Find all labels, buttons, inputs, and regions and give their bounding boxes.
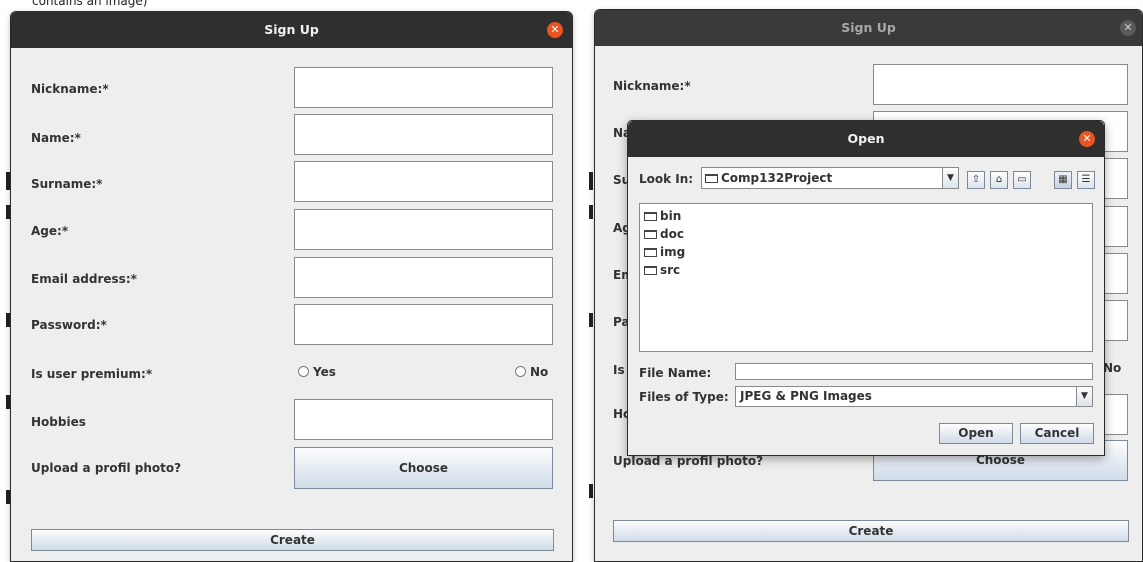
- folder-icon: [644, 230, 657, 239]
- radio-circle-icon: [298, 366, 309, 377]
- label-name: Name:*: [31, 131, 81, 145]
- background-mark: [589, 205, 593, 219]
- titlebar[interactable]: Sign Up ✕: [595, 10, 1142, 46]
- look-in-value: Comp132Project: [721, 171, 833, 185]
- file-name: src: [660, 263, 681, 277]
- label-password: Password:*: [31, 318, 107, 332]
- file-name-field[interactable]: [735, 363, 1093, 380]
- premium-no-radio[interactable]: No: [515, 365, 548, 379]
- details-view-icon[interactable]: ☰: [1077, 171, 1095, 189]
- label-age: Age:*: [31, 224, 69, 238]
- list-item[interactable]: doc: [640, 225, 1092, 243]
- file-list[interactable]: bin doc img src: [639, 203, 1093, 352]
- file-name: doc: [660, 227, 684, 241]
- files-of-type-select[interactable]: JPEG & PNG Images ▼: [735, 386, 1093, 407]
- files-of-type-label: Files of Type:: [639, 390, 729, 404]
- file-name: bin: [660, 209, 682, 223]
- premium-no-radio[interactable]: No: [1103, 361, 1121, 375]
- label-photo: Upload a profil photo?: [31, 461, 182, 475]
- password-field[interactable]: [294, 304, 553, 345]
- titlebar[interactable]: Open ✕: [628, 121, 1104, 157]
- window-title: Sign Up: [841, 20, 896, 35]
- label-hobbies: Hobbies: [31, 415, 86, 429]
- radio-circle-icon: [515, 366, 526, 377]
- nickname-field[interactable]: [873, 64, 1128, 105]
- label-surname: Surname:*: [31, 177, 103, 191]
- home-icon[interactable]: ⌂: [990, 171, 1008, 189]
- open-button[interactable]: Open: [939, 423, 1013, 444]
- list-item[interactable]: src: [640, 261, 1092, 279]
- folder-icon: [705, 174, 718, 183]
- label-nickname: Nickname:*: [613, 79, 691, 93]
- close-icon[interactable]: ✕: [1120, 20, 1136, 36]
- titlebar[interactable]: Sign Up ✕: [11, 12, 572, 48]
- folder-icon: [644, 248, 657, 257]
- background-text: contains an image): [32, 0, 148, 8]
- label-email: Email address:*: [31, 272, 137, 286]
- list-item[interactable]: bin: [640, 207, 1092, 225]
- open-dialog: Open ✕ Look In: Comp132Project ▼ ⇧ ⌂ ▭ ▦…: [627, 120, 1105, 456]
- up-folder-icon[interactable]: ⇧: [967, 171, 985, 189]
- new-folder-icon[interactable]: ▭: [1013, 171, 1031, 189]
- close-icon[interactable]: ✕: [547, 22, 563, 38]
- hobbies-field[interactable]: [294, 399, 553, 440]
- background-mark: [589, 172, 593, 190]
- file-name-label: File Name:: [639, 366, 712, 380]
- folder-icon: [644, 266, 657, 275]
- label-nickname: Nickname:*: [31, 82, 109, 96]
- files-of-type-value: JPEG & PNG Images: [740, 389, 872, 403]
- age-field[interactable]: [294, 209, 553, 250]
- premium-yes-radio[interactable]: Yes: [298, 365, 336, 379]
- label-premium-partial: Is: [613, 363, 625, 377]
- look-in-select[interactable]: Comp132Project ▼: [701, 167, 959, 189]
- folder-icon: [644, 212, 657, 221]
- chevron-down-icon[interactable]: ▼: [1076, 387, 1092, 406]
- radio-no-label: No: [530, 365, 549, 379]
- dialog-title: Open: [847, 131, 885, 146]
- label-premium: Is user premium:*: [31, 367, 153, 381]
- create-button[interactable]: Create: [31, 529, 554, 551]
- window-title: Sign Up: [264, 22, 319, 37]
- radio-yes-label: Yes: [313, 365, 336, 379]
- file-name: img: [660, 245, 686, 259]
- label-photo: Upload a profil photo?: [613, 454, 764, 468]
- close-icon[interactable]: ✕: [1079, 131, 1095, 147]
- email-field[interactable]: [294, 257, 553, 298]
- look-in-label: Look In:: [639, 172, 694, 186]
- background-mark: [589, 313, 593, 327]
- background-mark: [589, 484, 593, 498]
- surname-field[interactable]: [294, 161, 553, 202]
- chevron-down-icon[interactable]: ▼: [942, 168, 958, 188]
- create-button[interactable]: Create: [613, 520, 1129, 542]
- nickname-field[interactable]: [294, 67, 553, 108]
- radio-no-label: No: [1103, 361, 1122, 375]
- signup-window-left: Sign Up ✕ Nickname:* Name:* Surname:* Ag…: [10, 11, 573, 562]
- list-view-icon[interactable]: ▦: [1054, 171, 1072, 189]
- name-field[interactable]: [294, 114, 553, 155]
- cancel-button[interactable]: Cancel: [1020, 423, 1094, 444]
- choose-button[interactable]: Choose: [294, 447, 553, 489]
- list-item[interactable]: img: [640, 243, 1092, 261]
- screenshot-root: contains an image) Sign Up ✕ Nickname:* …: [0, 0, 1143, 562]
